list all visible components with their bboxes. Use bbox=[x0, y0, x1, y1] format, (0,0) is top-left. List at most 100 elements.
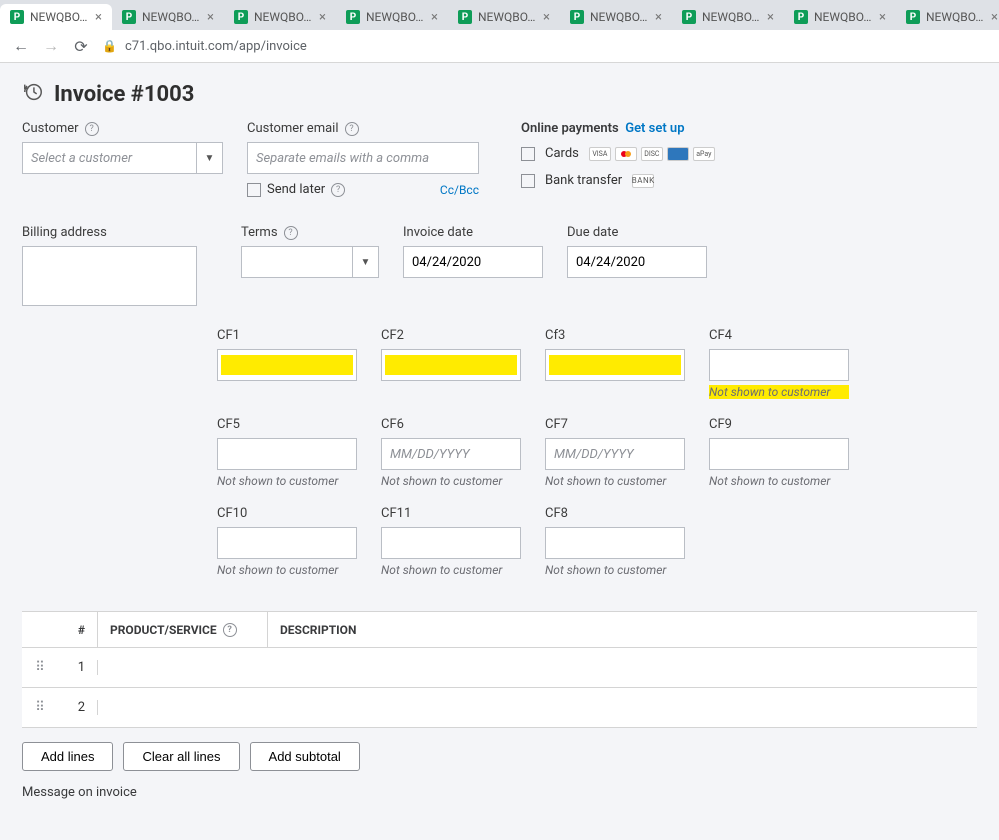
browser-toolbar: ← → ⟳ 🔒 c71.qbo.intuit.com/app/invoice bbox=[0, 30, 999, 63]
col-desc: DESCRIPTION bbox=[280, 623, 356, 637]
get-setup-link[interactable]: Get set up bbox=[625, 121, 684, 136]
cc-bcc-link[interactable]: Cc/Bcc bbox=[440, 183, 479, 197]
table-row[interactable]: ⠿ 2 bbox=[22, 688, 977, 728]
send-later-checkbox[interactable] bbox=[247, 183, 261, 197]
browser-tab[interactable]: PNEWQBO.CO× bbox=[784, 4, 896, 30]
bank-transfer-checkbox[interactable] bbox=[521, 174, 535, 188]
cf1-input[interactable] bbox=[217, 349, 357, 381]
billing-address-input[interactable] bbox=[22, 246, 197, 306]
help-icon[interactable]: ? bbox=[284, 226, 298, 240]
favicon-icon: P bbox=[794, 10, 808, 24]
cf7-input[interactable] bbox=[545, 438, 685, 470]
back-icon[interactable]: ← bbox=[12, 36, 30, 56]
close-icon[interactable]: × bbox=[95, 10, 102, 25]
cards-checkbox[interactable] bbox=[521, 147, 535, 161]
terms-label: Terms bbox=[241, 225, 278, 240]
discover-icon: DISC bbox=[641, 147, 663, 161]
cf6-label: CF6 bbox=[381, 417, 404, 432]
browser-tab[interactable]: PNEWQBO.CO× bbox=[560, 4, 672, 30]
browser-tab[interactable]: PNEWQBO.CO× bbox=[336, 4, 448, 30]
card-icons: VISA DISC aPay bbox=[589, 147, 715, 161]
address-bar[interactable]: 🔒 c71.qbo.intuit.com/app/invoice bbox=[102, 39, 987, 54]
terms-select[interactable] bbox=[241, 246, 353, 278]
apay-icon: aPay bbox=[693, 147, 715, 161]
mastercard-icon bbox=[615, 147, 637, 161]
cf10-note: Not shown to customer bbox=[217, 563, 357, 577]
browser-tab[interactable]: PNEWQBO.CO× bbox=[896, 4, 999, 30]
tab-title: NEWQBO.CO bbox=[702, 10, 761, 24]
bank-icon: BANK bbox=[632, 174, 654, 188]
cf11-label: CF11 bbox=[381, 506, 411, 521]
reload-icon[interactable]: ⟳ bbox=[72, 37, 90, 56]
col-num: # bbox=[78, 623, 85, 637]
forward-icon[interactable]: → bbox=[42, 36, 60, 56]
cf9-label: CF9 bbox=[709, 417, 732, 432]
cf8-label: CF8 bbox=[545, 506, 568, 521]
drag-handle-icon[interactable]: ⠿ bbox=[22, 700, 58, 715]
cf10-input[interactable] bbox=[217, 527, 357, 559]
billing-address-label: Billing address bbox=[22, 225, 107, 240]
history-icon[interactable] bbox=[22, 81, 44, 107]
cf5-note: Not shown to customer bbox=[217, 474, 357, 488]
cf3-input[interactable] bbox=[545, 349, 685, 381]
browser-tab[interactable]: PNEWQBO.CO× bbox=[112, 4, 224, 30]
help-icon[interactable]: ? bbox=[223, 623, 237, 637]
clear-all-lines-button[interactable]: Clear all lines bbox=[123, 742, 239, 771]
drag-handle-icon[interactable]: ⠿ bbox=[22, 660, 58, 675]
cf9-note: Not shown to customer bbox=[709, 474, 849, 488]
help-icon[interactable]: ? bbox=[345, 122, 359, 136]
message-on-invoice-label: Message on invoice bbox=[22, 785, 977, 800]
tab-title: NEWQBO.CO bbox=[366, 10, 425, 24]
browser-tab[interactable]: P NEWQBO.CO × bbox=[672, 4, 784, 30]
customer-select[interactable] bbox=[22, 142, 197, 174]
favicon-icon: P bbox=[10, 10, 24, 24]
add-subtotal-button[interactable]: Add subtotal bbox=[250, 742, 360, 771]
tab-title: NEWQBO.CO bbox=[142, 10, 201, 24]
cf2-input[interactable] bbox=[381, 349, 521, 381]
table-row[interactable]: ⠿ 1 bbox=[22, 648, 977, 688]
favicon-icon: P bbox=[458, 10, 472, 24]
close-icon[interactable]: × bbox=[655, 10, 662, 25]
help-icon[interactable]: ? bbox=[331, 183, 345, 197]
cf6-input[interactable] bbox=[381, 438, 521, 470]
favicon-icon: P bbox=[906, 10, 920, 24]
cf9-input[interactable] bbox=[709, 438, 849, 470]
visa-icon: VISA bbox=[589, 147, 611, 161]
invoice-date-input[interactable] bbox=[403, 246, 543, 278]
cf7-note: Not shown to customer bbox=[545, 474, 685, 488]
close-icon[interactable]: × bbox=[879, 10, 886, 25]
favicon-icon: P bbox=[682, 10, 696, 24]
chevron-down-icon[interactable]: ▼ bbox=[197, 142, 223, 174]
cf7-label: CF7 bbox=[545, 417, 568, 432]
browser-tab-bar: P NEWQBO.CO × PNEWQBO.CO× PNEWQBO.CO× PN… bbox=[0, 0, 999, 30]
browser-tab[interactable]: P NEWQBO.CO × bbox=[0, 4, 112, 30]
cf8-input[interactable] bbox=[545, 527, 685, 559]
help-icon[interactable]: ? bbox=[85, 122, 99, 136]
customer-label: Customer bbox=[22, 121, 79, 136]
cf5-input[interactable] bbox=[217, 438, 357, 470]
chevron-down-icon[interactable]: ▼ bbox=[353, 246, 379, 278]
close-icon[interactable]: × bbox=[991, 10, 998, 25]
line-items-table: # PRODUCT/SERVICE? DESCRIPTION ⠿ 1 ⠿ 2 bbox=[22, 611, 977, 728]
page-title: Invoice #1003 bbox=[54, 82, 194, 107]
close-icon[interactable]: × bbox=[767, 10, 774, 25]
cf11-input[interactable] bbox=[381, 527, 521, 559]
close-icon[interactable]: × bbox=[319, 10, 326, 25]
due-date-input[interactable] bbox=[567, 246, 707, 278]
close-icon[interactable]: × bbox=[431, 10, 438, 25]
cf8-note: Not shown to customer bbox=[545, 563, 685, 577]
url-text: c71.qbo.intuit.com/app/invoice bbox=[125, 39, 307, 54]
cf5-label: CF5 bbox=[217, 417, 240, 432]
favicon-icon: P bbox=[570, 10, 584, 24]
cf10-label: CF10 bbox=[217, 506, 247, 521]
cf4-input[interactable] bbox=[709, 349, 849, 381]
add-lines-button[interactable]: Add lines bbox=[22, 742, 113, 771]
customer-email-input[interactable] bbox=[247, 142, 479, 174]
close-icon[interactable]: × bbox=[207, 10, 214, 25]
cards-label: Cards bbox=[545, 146, 579, 161]
close-icon[interactable]: × bbox=[543, 10, 550, 25]
browser-tab[interactable]: PNEWQBO.CO× bbox=[448, 4, 560, 30]
browser-tab[interactable]: PNEWQBO.CO× bbox=[224, 4, 336, 30]
cf6-note: Not shown to customer bbox=[381, 474, 521, 488]
bank-transfer-label: Bank transfer bbox=[545, 173, 622, 188]
